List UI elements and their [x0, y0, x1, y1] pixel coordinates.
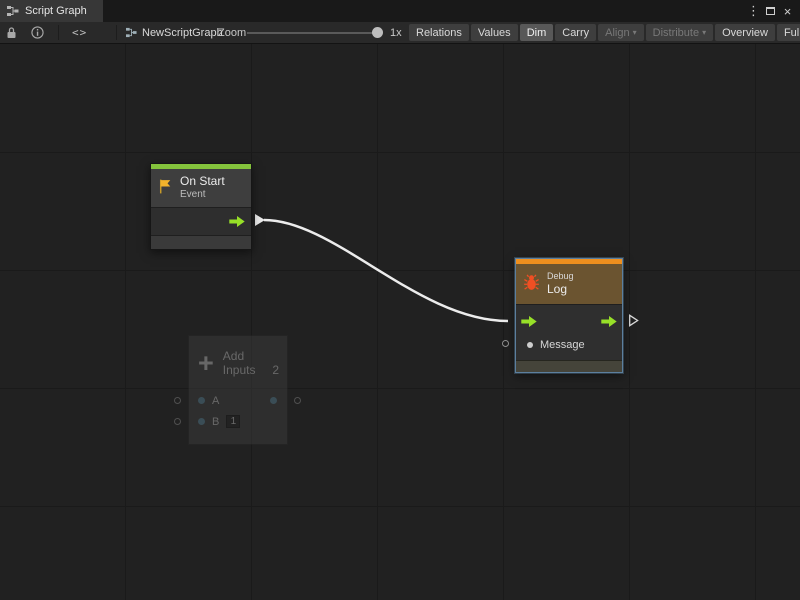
node-on-start[interactable]: On Start Event [150, 163, 252, 250]
graph-canvas[interactable]: On Start Event Deb [0, 44, 800, 600]
distribute-button[interactable]: Distribute ▾ [646, 24, 713, 41]
tab-script-graph[interactable]: Script Graph [0, 0, 103, 22]
values-button[interactable]: Values [471, 24, 518, 41]
graph-toolbar: <> NewScriptGraph Zoom 1x Relations Valu… [0, 22, 800, 44]
code-icon[interactable]: <> [72, 22, 87, 43]
flag-icon [157, 178, 174, 198]
window-tab-bar: Script Graph ⋮ × [0, 0, 800, 22]
flow-output-port[interactable] [229, 216, 245, 227]
flow-input-port[interactable] [521, 316, 537, 327]
align-button[interactable]: Align ▾ [598, 24, 643, 41]
carry-indicator-icon [628, 314, 639, 327]
input-a-label: A [212, 395, 219, 407]
message-input-port[interactable] [527, 342, 533, 348]
node-port-section: Message [516, 304, 622, 360]
node-debug-log[interactable]: Debug Log Message [515, 258, 623, 373]
graph-name-label: NewScriptGraph [142, 27, 223, 39]
input-b-port[interactable] [198, 418, 205, 425]
node-title: Add [223, 349, 279, 363]
message-port-label: Message [540, 339, 585, 351]
bug-icon [522, 273, 541, 295]
maximize-icon[interactable] [762, 0, 779, 22]
relations-button[interactable]: Relations [409, 24, 469, 41]
node-title: On Start [180, 174, 225, 189]
align-label: Align [605, 27, 629, 39]
chevron-down-icon: ▾ [702, 29, 706, 37]
message-port-socket[interactable] [502, 340, 509, 347]
input-row-a: A [189, 390, 287, 411]
window-controls: ⋮ × [745, 0, 800, 22]
close-icon[interactable]: × [779, 0, 796, 22]
lock-icon[interactable] [6, 22, 17, 43]
node-header: On Start Event [151, 169, 251, 207]
zoom-slider-track [247, 32, 373, 34]
input-b-value-field[interactable]: 1 [226, 415, 240, 428]
node-header: + Add Inputs 2 [189, 336, 287, 390]
distribute-label: Distribute [653, 27, 699, 39]
zoom-slider[interactable] [247, 22, 383, 43]
toolbar-divider [58, 25, 59, 40]
toolbar-divider [116, 25, 117, 40]
node-port-section [151, 207, 251, 235]
input-b-socket[interactable] [174, 418, 181, 425]
fullscreen-button[interactable]: Full S [777, 24, 800, 41]
plus-icon: + [198, 350, 214, 377]
input-b-label: B [212, 416, 219, 428]
graph-name[interactable]: NewScriptGraph [126, 22, 223, 43]
node-title: Log [547, 282, 574, 297]
tab-title: Script Graph [25, 5, 87, 17]
carry-button[interactable]: Carry [555, 24, 596, 41]
zoom-slider-knob[interactable] [372, 27, 383, 38]
graph-icon [7, 5, 19, 17]
node-subtitle: Event [180, 189, 225, 202]
input-a-socket[interactable] [174, 397, 181, 404]
node-subtitle: Inputs [223, 363, 256, 377]
node-header: Debug Log [516, 264, 622, 304]
zoom-value: 1x [390, 22, 402, 43]
node-supertitle: Debug [547, 271, 574, 282]
dim-button[interactable]: Dim [520, 24, 554, 41]
script-graph-asset-icon [126, 27, 137, 38]
sum-output-socket[interactable] [294, 397, 301, 404]
input-a-port[interactable] [198, 397, 205, 404]
flow-output-port[interactable] [601, 316, 617, 327]
wire-start-arrow [255, 214, 265, 226]
overview-button[interactable]: Overview [715, 24, 775, 41]
input-count: 2 [272, 363, 279, 377]
menu-icon[interactable]: ⋮ [745, 0, 762, 22]
chevron-down-icon: ▾ [633, 29, 637, 37]
input-row-b: B 1 [189, 411, 287, 432]
zoom-label: Zoom [218, 22, 246, 43]
node-add-ghost[interactable]: + Add Inputs 2 A B 1 [188, 335, 288, 445]
info-icon[interactable] [31, 22, 44, 43]
connection-wire [0, 44, 800, 600]
node-footer [516, 360, 622, 372]
sum-output-port[interactable] [270, 397, 277, 404]
node-footer [151, 235, 251, 249]
